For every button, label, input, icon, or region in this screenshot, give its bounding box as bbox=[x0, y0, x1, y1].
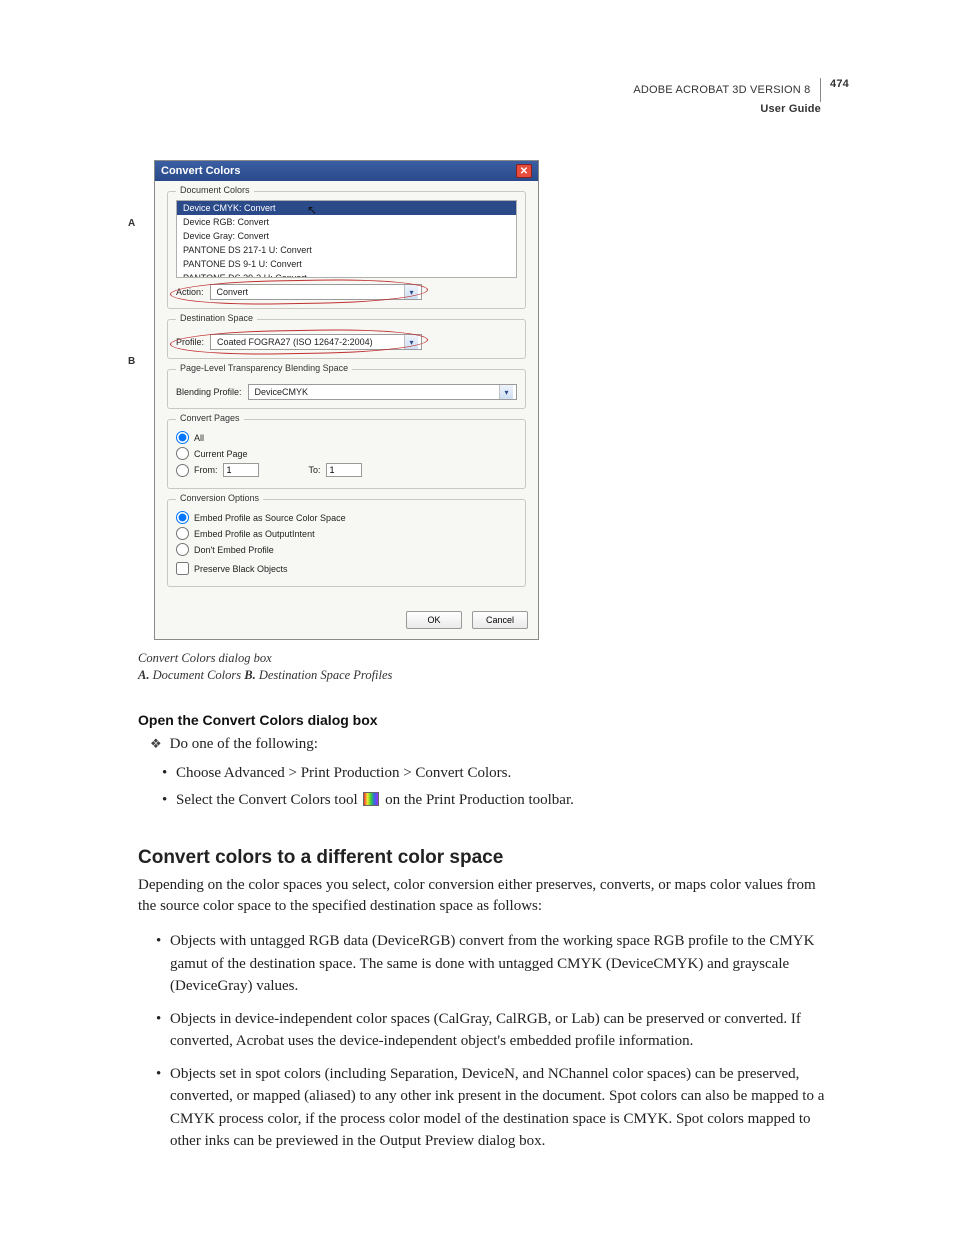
page-header: ADOBE ACROBAT 3D VERSION 8 474 User Guid… bbox=[633, 78, 849, 115]
from-label: From: bbox=[194, 465, 218, 475]
blending-space-group: Page-Level Transparency Blending Space B… bbox=[167, 369, 526, 409]
dialog-titlebar[interactable]: Convert Colors ✕ bbox=[155, 161, 538, 181]
figure-caption: Convert Colors dialog box A. Document Co… bbox=[138, 650, 838, 684]
chevron-down-icon: ▾ bbox=[499, 385, 513, 399]
blending-value: DeviceCMYK bbox=[255, 387, 309, 397]
list-item: Objects with untagged RGB data (DeviceRG… bbox=[156, 930, 828, 998]
group-legend: Page-Level Transparency Blending Space bbox=[176, 363, 352, 373]
list-item: Choose Advanced > Print Production > Con… bbox=[162, 762, 828, 785]
document-colors-group: Document Colors Device CMYK: Convert Dev… bbox=[167, 191, 526, 309]
group-legend: Conversion Options bbox=[176, 493, 263, 503]
header-divider bbox=[820, 78, 821, 102]
blending-label: Blending Profile: bbox=[176, 387, 242, 397]
cancel-button[interactable]: Cancel bbox=[472, 611, 528, 629]
caption-line1: Convert Colors dialog box bbox=[138, 650, 838, 667]
callout-a: A bbox=[128, 218, 135, 229]
action-row: Action: Convert ▾ bbox=[176, 284, 422, 300]
embed-outputintent-radio[interactable]: Embed Profile as OutputIntent bbox=[176, 527, 517, 540]
caption-a-label: A. bbox=[138, 668, 149, 682]
list-item[interactable]: Device Gray: Convert bbox=[177, 229, 516, 243]
from-input[interactable] bbox=[223, 463, 259, 477]
body-paragraph: Depending on the color spaces you select… bbox=[138, 875, 828, 919]
destination-space-group: Destination Space Profile: Coated FOGRA2… bbox=[167, 319, 526, 359]
action-value: Convert bbox=[217, 287, 249, 297]
to-label: To: bbox=[309, 465, 321, 475]
user-guide-label: User Guide bbox=[633, 103, 821, 115]
section-heading: Open the Convert Colors dialog box bbox=[138, 712, 828, 728]
to-input[interactable] bbox=[326, 463, 362, 477]
convert-colors-tool-icon bbox=[363, 792, 379, 806]
pages-from-radio[interactable] bbox=[176, 464, 189, 477]
profile-label: Profile: bbox=[176, 337, 204, 347]
section-heading: Convert colors to a different color spac… bbox=[138, 847, 828, 869]
group-legend: Document Colors bbox=[176, 185, 254, 195]
list-item[interactable]: PANTONE DS 39-2 U: Convert bbox=[177, 271, 516, 278]
list-item[interactable]: Device CMYK: Convert bbox=[177, 201, 516, 215]
document-colors-list[interactable]: Device CMYK: Convert Device RGB: Convert… bbox=[176, 200, 517, 278]
dialog-title: Convert Colors bbox=[161, 165, 240, 177]
list-item[interactable]: PANTONE DS 9-1 U: Convert bbox=[177, 257, 516, 271]
profile-row: Profile: Coated FOGRA27 (ISO 12647-2:200… bbox=[176, 334, 422, 350]
list-item: Select the Convert Colors tool on the Pr… bbox=[162, 789, 828, 812]
preserve-black-checkbox[interactable]: Preserve Black Objects bbox=[176, 562, 517, 575]
list-item[interactable]: PANTONE DS 217-1 U: Convert bbox=[177, 243, 516, 257]
profile-select[interactable]: Coated FOGRA27 (ISO 12647-2:2004) ▾ bbox=[210, 334, 422, 350]
action-label: Action: bbox=[176, 287, 204, 297]
chevron-down-icon: ▾ bbox=[404, 285, 418, 299]
page-number: 474 bbox=[830, 78, 849, 90]
group-legend: Destination Space bbox=[176, 313, 257, 323]
close-icon[interactable]: ✕ bbox=[516, 164, 532, 178]
list-item: Objects in device-independent color spac… bbox=[156, 1008, 828, 1053]
list-item: Objects set in spot colors (including Se… bbox=[156, 1063, 828, 1153]
list-item[interactable]: Device RGB: Convert bbox=[177, 215, 516, 229]
pages-current-radio[interactable]: Current Page bbox=[176, 447, 517, 460]
profile-value: Coated FOGRA27 (ISO 12647-2:2004) bbox=[217, 337, 373, 347]
ok-button[interactable]: OK bbox=[406, 611, 462, 629]
convert-colors-dialog: Convert Colors ✕ Document Colors Device … bbox=[154, 160, 539, 640]
group-legend: Convert Pages bbox=[176, 413, 244, 423]
blending-select[interactable]: DeviceCMYK ▾ bbox=[248, 384, 517, 400]
caption-b-text: Destination Space Profiles bbox=[256, 668, 393, 682]
pages-all-radio[interactable]: All bbox=[176, 431, 517, 444]
pages-range-row: From: To: bbox=[176, 463, 517, 477]
convert-pages-group: Convert Pages All Current Page From: To: bbox=[167, 419, 526, 489]
conversion-options-group: Conversion Options Embed Profile as Sour… bbox=[167, 499, 526, 587]
dont-embed-radio[interactable]: Don't Embed Profile bbox=[176, 543, 517, 556]
callout-b: B bbox=[128, 356, 135, 367]
product-line: ADOBE ACROBAT 3D VERSION 8 bbox=[633, 84, 810, 96]
caption-a-text: Document Colors bbox=[149, 668, 244, 682]
action-select[interactable]: Convert ▾ bbox=[210, 284, 422, 300]
blending-row: Blending Profile: DeviceCMYK ▾ bbox=[176, 384, 517, 400]
lead-text: Do one of the following: bbox=[150, 734, 828, 754]
chevron-down-icon: ▾ bbox=[404, 335, 418, 349]
caption-b-label: B. bbox=[244, 668, 255, 682]
embed-source-radio[interactable]: Embed Profile as Source Color Space bbox=[176, 511, 517, 524]
